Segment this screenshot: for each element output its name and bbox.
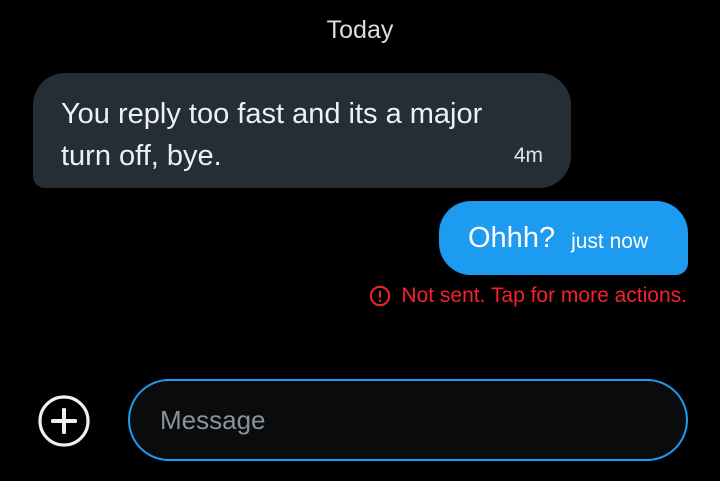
message-text: You reply too fast and its a major turn … <box>61 98 483 172</box>
date-header: Today <box>326 16 394 44</box>
outgoing-message-bubble[interactable]: Ohhh? just now <box>439 201 688 275</box>
message-input[interactable] <box>128 379 688 461</box>
incoming-message-bubble[interactable]: You reply too fast and its a major turn … <box>33 73 571 188</box>
message-timestamp: 4m <box>513 144 543 167</box>
plus-circle-icon[interactable] <box>37 394 91 448</box>
message-text: Ohhh? <box>468 221 556 254</box>
alert-circle-icon <box>370 285 391 307</box>
send-error-notice[interactable]: Not sent. Tap for more actions. <box>369 284 687 308</box>
message-timestamp: just now <box>571 230 649 253</box>
send-error-text: Not sent. Tap for more actions. <box>401 284 687 307</box>
